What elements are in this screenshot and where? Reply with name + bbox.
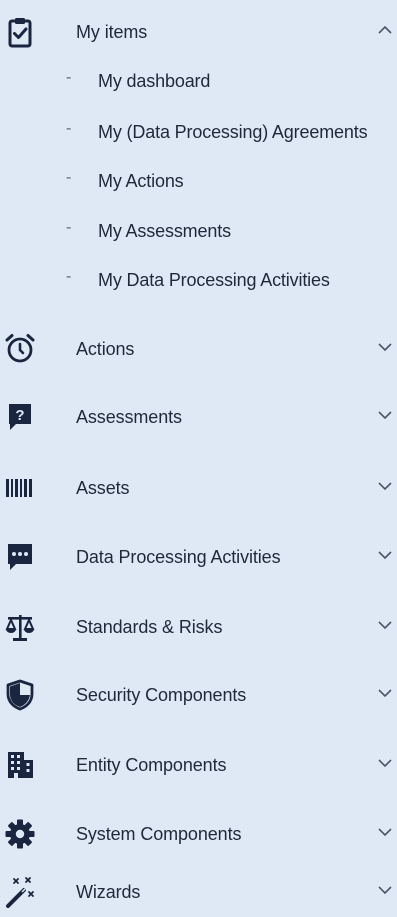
- menu-item-data-processing-activities[interactable]: Data Processing Activities: [0, 533, 397, 581]
- menu-item-label: Actions: [76, 339, 135, 359]
- menu-item-label: Security Components: [76, 685, 247, 705]
- submenu-item-label: My (Data Processing) Agreements: [98, 122, 368, 142]
- submenu-item-my-dashboard[interactable]: - My dashboard: [0, 59, 397, 101]
- chevron-down-icon[interactable]: [377, 547, 393, 563]
- menu-item-label: Entity Components: [76, 755, 227, 775]
- shield-icon: [4, 679, 36, 711]
- bullet-dash: -: [66, 69, 72, 86]
- menu-item-label: Assessments: [76, 407, 182, 427]
- menu-item-entity-components[interactable]: Entity Components: [0, 741, 397, 789]
- barcode-icon: [4, 472, 36, 504]
- chevron-down-icon[interactable]: [377, 339, 393, 355]
- bullet-dash: -: [66, 219, 72, 236]
- submenu-item-label: My dashboard: [98, 71, 211, 91]
- chevron-down-icon[interactable]: [377, 617, 393, 633]
- menu-item-label: Wizards: [76, 882, 141, 902]
- alarm-clock-icon: [4, 333, 36, 365]
- question-mark-chat-icon: ?: [4, 401, 36, 433]
- chevron-up-icon[interactable]: [377, 22, 393, 38]
- submenu-item-my-actions[interactable]: - My Actions: [0, 159, 397, 201]
- chevron-down-icon[interactable]: [377, 407, 393, 423]
- menu-item-assessments[interactable]: ? Assessments: [0, 393, 397, 441]
- submenu-item-label: My Data Processing Activities: [98, 270, 330, 290]
- chevron-down-icon[interactable]: [377, 685, 393, 701]
- menu-item-my-items[interactable]: My items: [0, 8, 397, 56]
- menu-item-label: Data Processing Activities: [76, 547, 281, 567]
- scales-icon: [4, 611, 36, 643]
- menu-item-security-components[interactable]: Security Components: [0, 671, 397, 719]
- bullet-dash: -: [66, 120, 72, 137]
- clipboard-check-icon: [4, 16, 36, 48]
- bullet-dash: -: [66, 268, 72, 285]
- menu-item-wizards[interactable]: Wizards: [0, 868, 397, 916]
- gear-icon: [4, 818, 36, 850]
- menu-item-label: Assets: [76, 478, 130, 498]
- submenu-item-my-agreements[interactable]: - My (Data Processing) Agreements: [0, 110, 397, 152]
- chevron-down-icon[interactable]: [377, 755, 393, 771]
- menu-item-actions[interactable]: Actions: [0, 325, 397, 373]
- menu-item-system-components[interactable]: System Components: [0, 810, 397, 858]
- menu-item-label: My items: [76, 22, 148, 42]
- submenu-item-my-assessments[interactable]: - My Assessments: [0, 209, 397, 251]
- svg-text:?: ?: [15, 407, 24, 424]
- menu-item-label: System Components: [76, 824, 242, 844]
- chat-dots-icon: [4, 541, 36, 573]
- submenu-item-label: My Actions: [98, 171, 184, 191]
- chevron-down-icon[interactable]: [377, 478, 393, 494]
- submenu-item-label: My Assessments: [98, 221, 231, 241]
- bullet-dash: -: [66, 169, 72, 186]
- menu-item-label: Standards & Risks: [76, 617, 223, 637]
- menu-item-assets[interactable]: Assets: [0, 464, 397, 512]
- building-icon: [4, 749, 36, 781]
- menu-item-standards-risks[interactable]: Standards & Risks: [0, 603, 397, 651]
- chevron-down-icon[interactable]: [377, 882, 393, 898]
- sidebar-navigation: My items - My dashboard - My (Data Proce…: [0, 0, 397, 917]
- chevron-down-icon[interactable]: [377, 824, 393, 840]
- submenu-item-my-data-processing-activities[interactable]: - My Data Processing Activities: [0, 258, 397, 300]
- magic-wand-icon: [4, 876, 36, 908]
